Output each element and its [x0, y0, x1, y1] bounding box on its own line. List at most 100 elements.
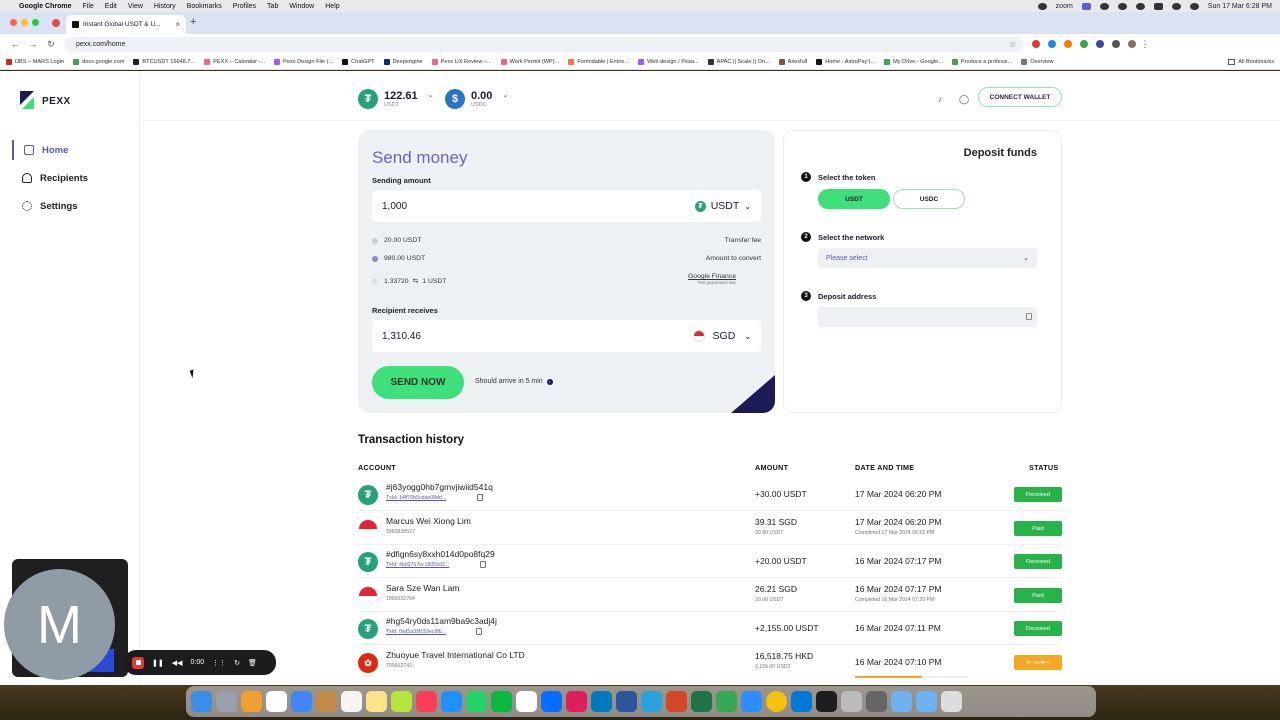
facetime-icon[interactable]	[716, 691, 737, 712]
sidebar-item-home[interactable]: Home	[12, 140, 132, 160]
status-icon-3[interactable]	[1135, 2, 1145, 10]
menu-history[interactable]: History	[154, 3, 176, 10]
bookmark-item[interactable]: Home - AstroPay |...	[816, 58, 875, 65]
column-header-account[interactable]: ACCOUNT	[358, 463, 396, 472]
column-header-date[interactable]: DATE AND TIME	[855, 463, 914, 472]
menu-file[interactable]: File	[83, 3, 94, 10]
notion-icon[interactable]	[516, 691, 537, 712]
connect-wallet-button[interactable]: CONNECT WALLET	[978, 87, 1062, 107]
bookmark-item[interactable]: Axesfull	[778, 58, 807, 65]
table-row[interactable]: ₮ #dfign6sy8xxh014d0po8fq29 TxId: 4bd276…	[358, 545, 1062, 578]
menu-app-name[interactable]: Google Chrome	[19, 3, 72, 10]
sidebar-item-recipients[interactable]: Recipients	[12, 168, 132, 188]
1password-icon[interactable]	[541, 691, 562, 712]
menu-profiles[interactable]: Profiles	[233, 3, 256, 10]
powerpoint-icon[interactable]	[666, 691, 687, 712]
battery-icon[interactable]	[1153, 2, 1163, 10]
recipient-amount-field[interactable]: 1,310.46 SGD ⌄	[372, 320, 761, 352]
column-header-amount[interactable]: AMOUNT	[755, 463, 788, 472]
menu-clock[interactable]: Sun 17 Mar 6:28 PM	[1208, 3, 1272, 10]
bookmark-item[interactable]: PEXX – Calendar -...	[204, 58, 265, 65]
token-option-usdt[interactable]: USDT	[818, 189, 890, 209]
table-row[interactable]: Sara Sze Wan Lam 1090032764 26.21 SGD 20…	[358, 579, 1062, 612]
extensions-puzzle-icon[interactable]	[1112, 40, 1120, 48]
usdt-balance-selector[interactable]: ₮ 122.61 USDT ⌄	[358, 89, 434, 109]
transaction-id-link[interactable]: TxId: 0xd5a39f153ec9fb...	[386, 629, 446, 635]
zoom-app-icon[interactable]	[1081, 2, 1091, 10]
bookmark-item[interactable]: Overview	[1021, 58, 1054, 65]
bell-icon[interactable]: ♪	[932, 91, 948, 107]
google-drive-icon[interactable]	[291, 691, 312, 712]
bookmark-star-icon[interactable]: ☆	[1009, 40, 1016, 49]
extension-icon-2[interactable]	[1048, 40, 1056, 48]
bookmark-item[interactable]: My Drive - Google...	[884, 58, 943, 65]
rate-source[interactable]: Google Finance *Not guaranteed rate	[688, 273, 736, 285]
sidebar-item-settings[interactable]: Settings	[12, 196, 132, 216]
zoom-status[interactable]: zoom	[1056, 3, 1073, 10]
close-window-button[interactable]	[10, 19, 17, 26]
column-header-status[interactable]: STATUS	[1029, 463, 1058, 472]
app-icon[interactable]	[391, 691, 412, 712]
pause-icon[interactable]: ❚❚	[152, 659, 164, 667]
bookmark-item[interactable]: Pexx Design File (...	[274, 58, 333, 65]
new-tab-button[interactable]: +	[190, 16, 196, 28]
word-icon[interactable]	[616, 691, 637, 712]
grid-icon[interactable]: ⋮⋮	[212, 659, 226, 667]
profile-avatar[interactable]	[1128, 40, 1136, 48]
user-icon[interactable]: ◯	[956, 91, 972, 107]
preview-icon[interactable]	[841, 691, 862, 712]
reminders-icon[interactable]	[341, 691, 362, 712]
finder-icon[interactable]	[191, 691, 212, 712]
bookmark-item[interactable]: Deepengine	[383, 58, 423, 65]
restart-icon[interactable]: ↻	[234, 659, 240, 667]
rewind-icon[interactable]: ◀◀	[172, 659, 183, 667]
address-bar[interactable]: pexx.com/home ☆	[64, 36, 1024, 52]
outlook-icon[interactable]	[791, 691, 812, 712]
menu-view[interactable]: View	[128, 3, 143, 10]
extension-icon-4[interactable]	[1096, 40, 1104, 48]
info-icon[interactable]: i	[546, 378, 553, 385]
copy-icon[interactable]	[480, 561, 486, 568]
menu-window[interactable]: Window	[289, 3, 314, 10]
copy-icon[interactable]	[476, 628, 482, 635]
table-row[interactable]: ₮ #j63yogg0hb7gmvjiwiid541q TxId: 14ff70…	[358, 478, 1062, 511]
launchpad-icon[interactable]	[216, 691, 237, 712]
recipient-currency-selector[interactable]: SGD ⌄	[692, 330, 751, 342]
table-row[interactable]: Marcus Wei Xiong Lim 3983838527 39.31 SG…	[358, 512, 1062, 545]
menu-help[interactable]: Help	[325, 3, 339, 10]
zoom-icon[interactable]	[741, 691, 762, 712]
copy-icon[interactable]	[477, 494, 483, 501]
stop-recording-button[interactable]	[132, 656, 144, 669]
menu-edit[interactable]: Edit	[105, 3, 117, 10]
wechat-icon[interactable]	[491, 691, 512, 712]
network-select[interactable]: Please select ⌄	[818, 248, 1037, 268]
avatar[interactable]: M	[4, 569, 115, 680]
excel-icon[interactable]	[691, 691, 712, 712]
pexx-logo[interactable]: PEXX	[20, 91, 71, 111]
table-row[interactable]: ₮ #hg54ry0ds11am9ba9c3adj4j TxId: 0xd5a3…	[358, 612, 1062, 645]
telegram-icon[interactable]	[641, 691, 662, 712]
forward-icon[interactable]: →	[24, 39, 42, 49]
transaction-id-link[interactable]: TxId: 4bd2767ec18056d2...	[386, 562, 449, 568]
minimize-window-button[interactable]	[21, 19, 28, 26]
search-icon[interactable]	[1189, 2, 1199, 10]
folder-icon[interactable]	[891, 691, 912, 712]
close-tab-icon[interactable]: ×	[175, 20, 180, 29]
reload-icon[interactable]: ↻	[42, 39, 60, 50]
extension-icon-1[interactable]	[1032, 40, 1040, 48]
bookmark-item[interactable]: docs.google.com	[73, 58, 124, 65]
bookmark-item[interactable]: APAC || Scale || On...	[707, 58, 770, 65]
menu-tab[interactable]: Tab	[267, 3, 278, 10]
all-bookmarks-button[interactable]: All Bookmarks	[1228, 58, 1274, 65]
bookmark-item[interactable]: ChatGPT	[342, 58, 375, 65]
transaction-id-link[interactable]: TxId: 14ff70b5cdae08dd...	[386, 495, 446, 501]
calendar-icon[interactable]	[266, 691, 287, 712]
trello-icon[interactable]	[591, 691, 612, 712]
bookmark-item[interactable]: Work Permit (WP)...	[500, 58, 559, 65]
copy-icon[interactable]	[1026, 313, 1032, 320]
music-icon[interactable]	[416, 691, 437, 712]
wifi-icon[interactable]	[1171, 2, 1181, 10]
metamask-icon[interactable]	[1064, 40, 1072, 48]
bookmark-item[interactable]: Formidable | Entrie...	[568, 58, 629, 65]
deposit-address-field[interactable]	[818, 307, 1037, 327]
